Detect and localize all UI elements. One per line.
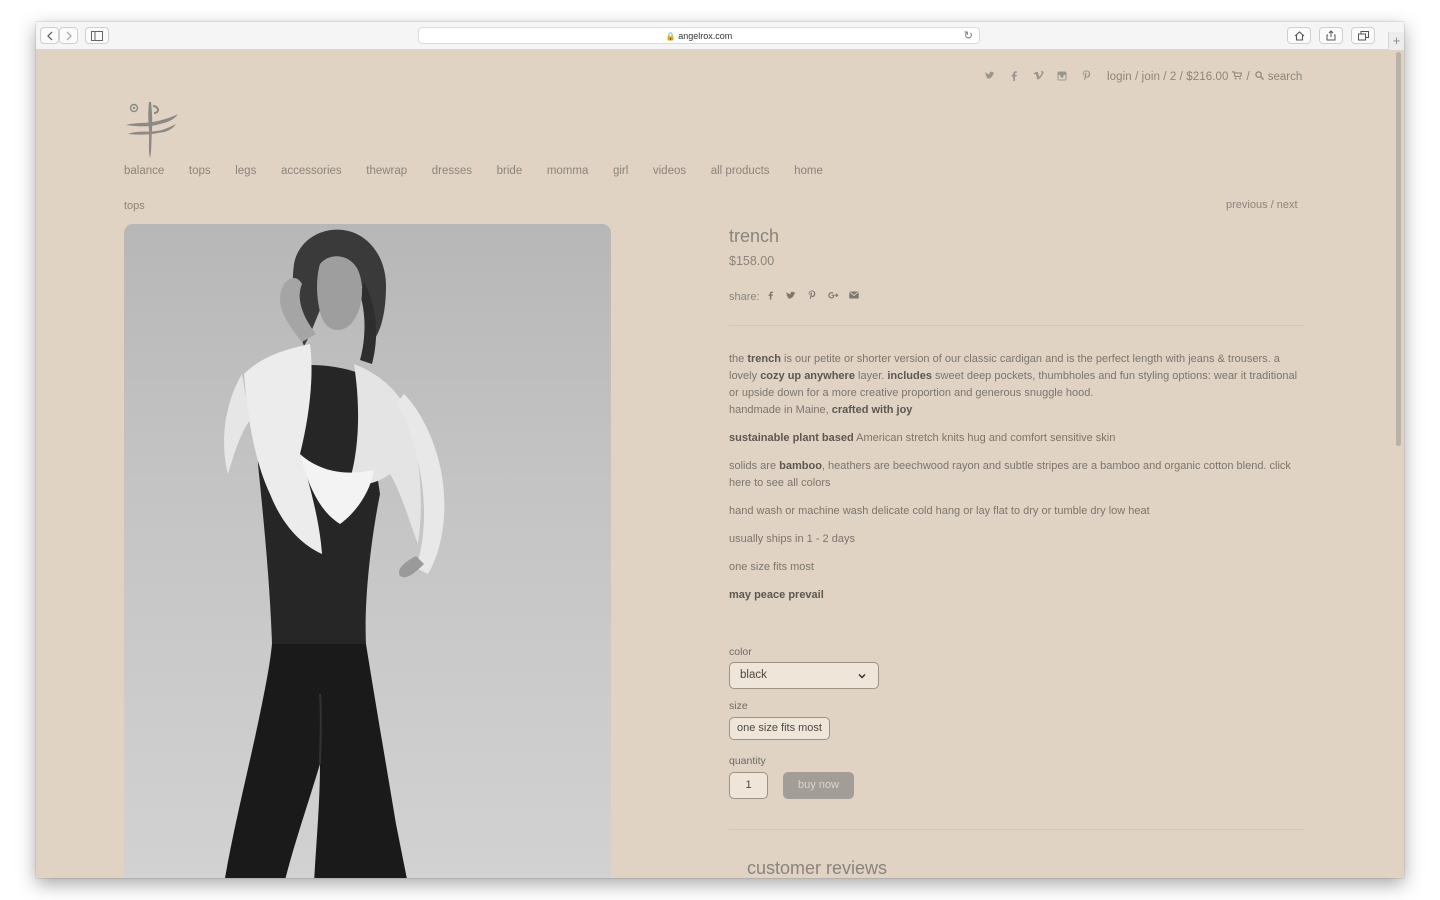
tabs-button[interactable] — [1351, 27, 1375, 44]
desc-paragraph-7: may peace prevail — [729, 587, 1304, 604]
desc-bold: includes — [887, 370, 932, 382]
divider — [729, 829, 1304, 830]
new-tab-button[interactable]: + — [1388, 32, 1404, 50]
product-photo[interactable] — [124, 224, 611, 878]
size-label: size — [729, 700, 748, 712]
desc-bold: bamboo — [779, 460, 822, 472]
nav-item-legs[interactable]: legs — [235, 165, 256, 177]
twitter-icon[interactable] — [978, 71, 1002, 83]
tabs-icon — [1357, 31, 1369, 41]
desc-paragraph-6: one size fits most — [729, 561, 814, 573]
quantity-label: quantity — [729, 755, 766, 767]
nav-item-home[interactable]: home — [794, 165, 823, 177]
search-link[interactable]: search — [1268, 71, 1303, 83]
desc-bold: sustainable plant based — [729, 432, 854, 444]
instagram-icon[interactable] — [1050, 71, 1074, 84]
nav-item-all-products[interactable]: all products — [711, 165, 770, 177]
quantity-input[interactable]: 1 — [729, 772, 768, 799]
pinterest-icon[interactable] — [802, 290, 823, 303]
size-option-button[interactable]: one size fits most — [729, 717, 830, 740]
desc-text: the — [729, 353, 748, 365]
sidebar-icon — [91, 31, 103, 41]
vimeo-icon[interactable] — [1026, 71, 1050, 83]
desc-text: handmade in Maine, — [729, 404, 832, 416]
chevron-down-icon — [858, 663, 866, 688]
facebook-icon[interactable] — [760, 291, 781, 303]
color-select[interactable]: black — [729, 662, 879, 689]
desc-paragraph-4: hand wash or machine wash delicate cold … — [729, 505, 1150, 517]
breadcrumb[interactable]: tops — [124, 200, 145, 212]
product-price: $158.00 — [729, 254, 775, 268]
nav-item-videos[interactable]: videos — [653, 165, 686, 177]
desc-text: layer. — [854, 370, 888, 382]
nav-item-thewrap[interactable]: thewrap — [366, 165, 407, 177]
reload-icon[interactable]: ↻ — [964, 28, 973, 44]
address-bar[interactable]: 🔒 angelrox.com ↻ — [418, 27, 980, 44]
share-label: share: — [729, 290, 760, 303]
email-icon[interactable] — [844, 291, 865, 302]
back-button[interactable] — [40, 27, 59, 44]
desc-bold: may peace prevail — [729, 589, 824, 601]
desc-text: solids are — [729, 460, 780, 472]
lock-icon: 🔒 — [665, 32, 676, 41]
nav-item-tops[interactable]: tops — [189, 165, 211, 177]
account-cart-link[interactable]: login / join / 2 / $216.00 — [1107, 71, 1229, 83]
buy-now-button[interactable]: buy now — [783, 772, 854, 799]
chevron-left-icon — [46, 31, 52, 41]
url-text: angelrox.com — [678, 31, 733, 41]
share-row: share: — [729, 290, 865, 303]
product-title: trench — [729, 226, 780, 246]
share-button[interactable] — [1319, 27, 1343, 44]
desc-bold: crafted with joy — [831, 404, 913, 416]
home-button[interactable] — [1287, 27, 1311, 44]
brand-logo[interactable] — [124, 100, 180, 160]
product-description: the trench is our petite or shorter vers… — [729, 351, 1304, 615]
chevron-right-icon — [66, 31, 72, 41]
color-label: color — [729, 646, 752, 658]
desc-paragraph-1: the trench is our petite or shorter vers… — [729, 351, 1304, 419]
forward-button[interactable] — [59, 27, 78, 44]
desc-paragraph-3: solids are bamboo, heathers are beechwoo… — [729, 458, 1304, 492]
nav-item-momma[interactable]: momma — [547, 165, 589, 177]
header-utility: login / join / 2 / $216.00 / search — [978, 70, 1302, 84]
previous-next-links[interactable]: previous / next — [1226, 199, 1298, 211]
search-icon[interactable] — [1255, 71, 1264, 83]
share-icon — [1326, 30, 1336, 41]
desc-paragraph-5: usually ships in 1 - 2 days — [729, 533, 855, 545]
facebook-icon[interactable] — [1002, 70, 1026, 84]
color-select-value: black — [740, 669, 767, 681]
desc-paragraph-2: sustainable plant based American stretch… — [729, 430, 1304, 447]
desc-bold: cozy up anywhere — [760, 370, 855, 382]
sidebar-button[interactable] — [85, 27, 109, 44]
nav-item-bride[interactable]: bride — [497, 165, 523, 177]
browser-toolbar: 🔒 angelrox.com ↻ — [36, 22, 1404, 50]
customer-reviews-heading: customer reviews — [747, 858, 888, 878]
pinterest-icon[interactable] — [1074, 70, 1098, 84]
google-plus-icon[interactable] — [823, 291, 844, 303]
main-nav: balance tops legs accessories thewrap dr… — [124, 165, 848, 177]
twitter-icon[interactable] — [781, 291, 802, 303]
desc-bold: trench — [747, 353, 781, 365]
nav-item-accessories[interactable]: accessories — [281, 165, 342, 177]
scrollbar[interactable] — [1396, 52, 1401, 446]
header-separator: / — [1246, 71, 1250, 83]
desc-text: American stretch knits hug and comfort s… — [853, 432, 1116, 444]
nav-item-dresses[interactable]: dresses — [432, 165, 472, 177]
home-icon — [1294, 31, 1304, 41]
divider — [729, 325, 1304, 326]
nav-item-girl[interactable]: girl — [613, 165, 628, 177]
browser-window: 🔒 angelrox.com ↻ + login / join / 2 / $2… — [36, 22, 1404, 878]
cart-icon[interactable] — [1231, 71, 1242, 83]
nav-item-balance[interactable]: balance — [124, 165, 164, 177]
